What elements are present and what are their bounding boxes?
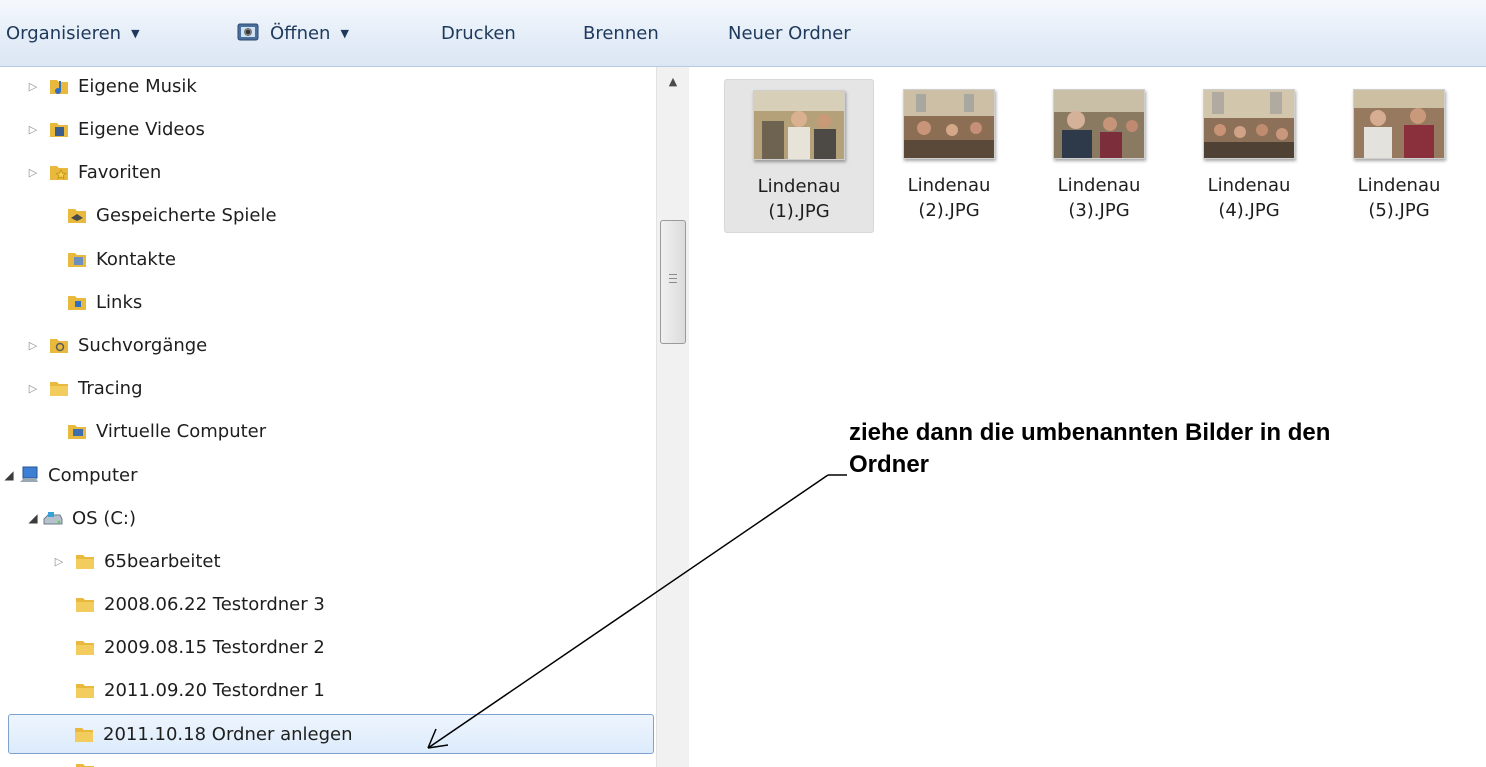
photo-thumbnail — [753, 90, 845, 160]
drive-icon — [43, 512, 63, 525]
saved-games-folder-icon — [68, 209, 86, 223]
nav-item-65bearbeitet[interactable]: ▷ 65bearbeitet — [52, 542, 221, 580]
file-tile[interactable]: Lindenau (1).JPG — [724, 79, 874, 233]
nav-item-label: Virtuelle Computer — [96, 420, 267, 442]
music-folder-icon — [50, 80, 68, 94]
nav-item-virtuelle-computer[interactable]: Virtuelle Computer — [54, 412, 266, 450]
nav-item-eigene-musik[interactable]: ▷ Eigene Musik — [26, 67, 197, 105]
expand-arrow-icon[interactable]: ▷ — [26, 80, 40, 93]
folder-icon — [50, 382, 68, 396]
nav-item-eigene-videos[interactable]: ▷ Eigene Videos — [26, 110, 205, 148]
photo-thumbnail — [1203, 89, 1295, 159]
expand-arrow-icon[interactable]: ▷ — [26, 382, 40, 395]
folder-icon — [76, 598, 94, 612]
favorites-folder-icon — [50, 166, 68, 180]
photo-thumbnail — [903, 89, 995, 159]
file-tile[interactable]: Lindenau (5).JPG — [1325, 79, 1473, 231]
nav-item-ordner-anlegen[interactable]: 2011.10.18 Ordner anlegen — [8, 714, 654, 754]
photo-thumbnail — [1053, 89, 1145, 159]
new-folder-button[interactable]: Neuer Ordner — [728, 18, 851, 48]
collapse-arrow-icon[interactable]: ◢ — [26, 511, 40, 525]
links-folder-icon — [68, 296, 86, 310]
expand-arrow-icon[interactable]: ▷ — [26, 339, 40, 352]
nav-item-tracing[interactable]: ▷ Tracing — [26, 369, 143, 407]
photo-viewer-icon — [237, 23, 259, 41]
folder-icon — [76, 684, 94, 698]
contacts-folder-icon — [68, 253, 86, 267]
nav-item-label: Kontakte — [96, 248, 176, 270]
file-name: Lindenau (2).JPG — [907, 175, 991, 221]
annotation-line-2: Ordner — [849, 451, 930, 478]
nav-item-label: OS (C:) — [72, 507, 136, 529]
nav-item-label: 2009.08.15 Testordner 2 — [104, 636, 325, 658]
file-tile[interactable]: Lindenau (3).JPG — [1025, 79, 1173, 231]
collapse-arrow-icon[interactable]: ◢ — [2, 468, 16, 482]
nav-item-gespeicherte-spiele[interactable]: Gespeicherte Spiele — [54, 196, 277, 234]
navigation-pane: ▷ Eigene Musik ▷ Eigene Videos ▷ Favorit… — [0, 67, 656, 767]
nav-item-label: Eigene Musik — [78, 75, 197, 97]
folder-icon — [76, 641, 94, 655]
instruction-annotation: ziehe dann die umbenannten Bilder in den… — [849, 417, 1486, 481]
virtual-machines-folder-icon — [68, 425, 86, 439]
scroll-up-arrow-icon[interactable]: ▲ — [657, 75, 689, 95]
nav-item-label: Links — [96, 291, 143, 313]
nav-item-label: 2011.09.20 Testordner 1 — [104, 679, 325, 701]
nav-item-label: 65bearbeitet — [104, 550, 221, 572]
folder-icon — [76, 555, 94, 569]
open-label: Öffnen — [270, 22, 331, 44]
print-button[interactable]: Drucken — [441, 18, 516, 48]
nav-item-suchvorgaenge[interactable]: ▷ Suchvorgänge — [26, 326, 208, 364]
burn-button[interactable]: Brennen — [583, 18, 659, 48]
new-folder-label: Neuer Ordner — [728, 22, 851, 44]
grip-icon — [669, 274, 677, 284]
annotation-line-1: ziehe dann die umbenannten Bilder in den — [849, 419, 1331, 446]
nav-item-label: Tracing — [78, 377, 143, 399]
searches-folder-icon — [50, 339, 68, 353]
scrollbar-thumb[interactable] — [660, 220, 686, 344]
organize-label: Organisieren — [6, 22, 122, 44]
nav-item-label: Eigene Videos — [78, 118, 205, 140]
expand-arrow-icon[interactable]: ▷ — [52, 555, 66, 568]
expand-arrow-icon[interactable]: ▷ — [26, 123, 40, 136]
computer-icon — [20, 466, 38, 482]
folder-icon — [76, 764, 94, 767]
nav-item-label: Favoriten — [78, 161, 162, 183]
chevron-down-icon: ▼ — [340, 26, 349, 40]
nav-item-computer[interactable]: ◢ Computer — [2, 456, 137, 494]
command-bar: Organisieren ▼ Öffnen ▼ Drucken Brennen … — [0, 0, 1486, 67]
chevron-down-icon: ▼ — [131, 26, 140, 40]
nav-item-kontakte[interactable]: Kontakte — [54, 240, 176, 278]
file-tile[interactable]: Lindenau (2).JPG — [875, 79, 1023, 231]
nav-item-label: Gespeicherte Spiele — [96, 204, 277, 226]
nav-item-links[interactable]: Links — [54, 283, 142, 321]
nav-scrollbar[interactable]: ▲ — [656, 67, 689, 767]
photo-thumbnail — [1353, 89, 1445, 159]
burn-label: Brennen — [583, 22, 659, 44]
organize-button[interactable]: Organisieren ▼ — [6, 18, 140, 48]
print-label: Drucken — [441, 22, 516, 44]
nav-item-label: 2008.06.22 Testordner 3 — [104, 593, 325, 615]
nav-item-os-c[interactable]: ◢ OS (C:) — [26, 499, 136, 537]
nav-item-label: Computer — [48, 464, 138, 486]
folder-icon — [75, 728, 93, 742]
file-name: Lindenau (1).JPG — [757, 176, 841, 222]
file-name: Lindenau (4).JPG — [1207, 175, 1291, 221]
file-tile[interactable]: Lindenau (4).JPG — [1175, 79, 1323, 231]
file-name: Lindenau (5).JPG — [1357, 175, 1441, 221]
open-button[interactable]: Öffnen ▼ — [236, 18, 349, 48]
nav-item-favoriten[interactable]: ▷ Favoriten — [26, 153, 162, 191]
nav-item-testordner-3[interactable]: 2008.06.22 Testordner 3 — [66, 585, 325, 623]
nav-item-label: Suchvorgänge — [78, 334, 208, 356]
video-folder-icon — [50, 123, 68, 137]
nav-item-label: 2011.10.18 Ordner anlegen — [103, 723, 353, 745]
nav-item-testordner-2[interactable]: 2009.08.15 Testordner 2 — [66, 628, 325, 666]
nav-item-testordner-1[interactable]: 2011.09.20 Testordner 1 — [66, 671, 325, 709]
expand-arrow-icon[interactable]: ▷ — [26, 166, 40, 179]
file-name: Lindenau (3).JPG — [1057, 175, 1141, 221]
